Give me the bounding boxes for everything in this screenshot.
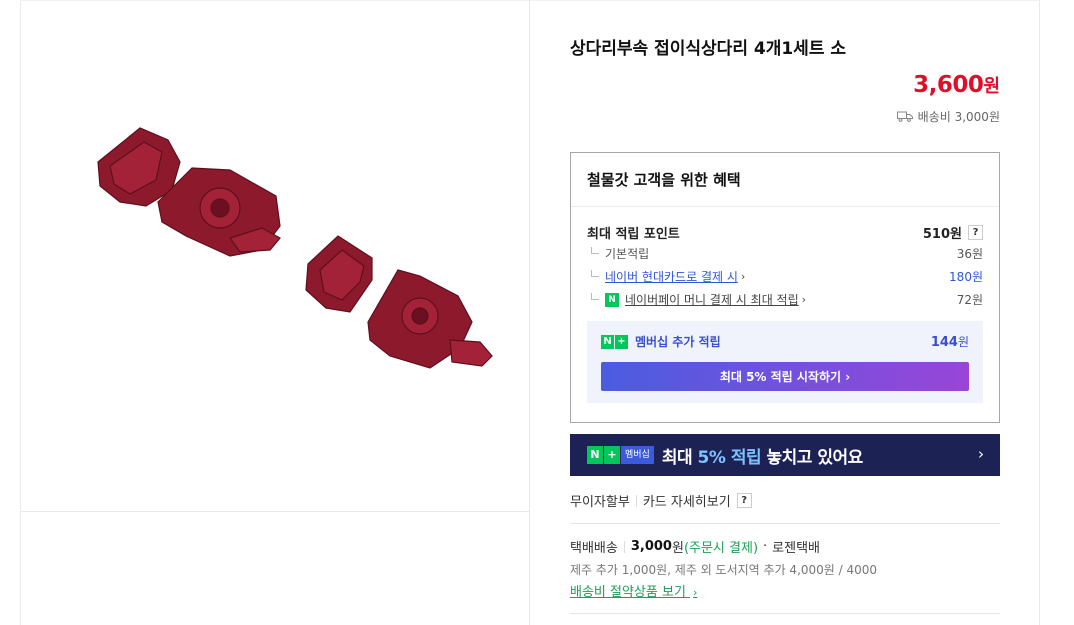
membership-box: N + 멤버십 추가 적립 144원 최대 5% 적립 시작하기 › [587, 321, 983, 403]
courier-name: 로젠택배 [772, 541, 820, 556]
start-membership-label: 최대 5% 적립 시작하기 [719, 370, 842, 384]
membership-amount: 144 [930, 335, 958, 350]
badge-plus: + [604, 446, 620, 464]
saving-products-label: 배송비 절약상품 보기 [570, 585, 686, 600]
banner-text-after: 놓치고 있어요 [761, 447, 864, 468]
product-title: 상다리부속 접이식상다리 4개1세트 소 [570, 39, 847, 59]
start-membership-button[interactable]: 최대 5% 적립 시작하기 › [601, 362, 969, 391]
delivery-pay-note: (주문시 결제) [683, 541, 759, 556]
membership-unit: 원 [957, 335, 969, 349]
section-divider [570, 523, 1000, 524]
price-unit: 원 [983, 76, 1000, 97]
membership-banner[interactable]: N + 멤버십 최대 5% 적립 놓치고 있어요 › [570, 434, 1000, 476]
card-points-row: 네이버 현대카드로 결제 시 › 180원 [591, 268, 983, 285]
membership-label: 멤버십 추가 적립 [635, 335, 721, 349]
naver-plus-icon: N + [601, 334, 628, 349]
price-value: 3,600 [913, 72, 984, 98]
banner-text: 최대 5% 적립 놓치고 있어요 [662, 443, 863, 468]
delivery-fee: 3,000 [630, 539, 672, 554]
card-points-value: 180원 [949, 270, 983, 284]
banner-text-before: 최대 [661, 447, 698, 468]
points-help-icon[interactable]: ? [968, 225, 983, 240]
benefit-box: 철물갓 고객을 위한 혜택 최대 적립 포인트 510원 ? 기본적립 36원 … [570, 152, 1000, 423]
naver-plus-membership-badge: N + 멤버십 [587, 446, 654, 464]
chevron-right-icon: › [693, 586, 698, 599]
naverpay-icon: N [605, 292, 619, 307]
badge-text: 멤버십 [621, 446, 654, 464]
npay-points-link[interactable]: 네이버페이 머니 결제 시 최대 적립 [625, 291, 799, 308]
npay-points-row: N 네이버페이 머니 결제 시 최대 적립 › 72원 [591, 291, 983, 308]
card-help-icon[interactable]: ? [736, 493, 752, 508]
npay-points-value: 72원 [956, 293, 983, 307]
basic-points-row: 기본적립 36원 [591, 245, 983, 262]
banner-text-highlight: 5% 적립 [697, 447, 762, 468]
extra-shipping-fee: 제주 추가 1,000원, 제주 외 도서지역 추가 4,000원 / 4000 [570, 563, 878, 577]
max-points-label: 최대 적립 포인트 [587, 227, 680, 242]
tree-branch-icon [591, 270, 599, 277]
shipping-fee-text: 배송비 3,000원 [917, 110, 1000, 124]
card-info-row: 무이자할부 카드 자세히보기 ? [570, 491, 752, 510]
tree-branch-icon [591, 293, 599, 300]
max-points-value: 510원 [922, 227, 962, 242]
divider [635, 494, 637, 507]
truck-icon [896, 111, 913, 122]
saving-products-link[interactable]: 배송비 절약상품 보기 › [570, 581, 697, 600]
chevron-right-icon: › [845, 370, 851, 384]
basic-points-value: 36원 [956, 247, 983, 261]
dot-separator: · [763, 539, 768, 554]
badge-n: N [587, 446, 603, 464]
card-points-link[interactable]: 네이버 현대카드로 결제 시 [605, 268, 738, 285]
delivery-row: 택배배송 3,000 원 (주문시 결제) · 로젠택배 [570, 537, 820, 556]
card-detail-link[interactable]: 카드 자세히보기 [643, 491, 731, 510]
section-divider [570, 613, 1000, 614]
chevron-right-icon: › [740, 270, 746, 283]
chevron-right-icon: › [978, 445, 984, 463]
image-divider [20, 511, 529, 512]
shipping-fee: 배송비 3,000원 [896, 108, 1000, 125]
tree-branch-icon [591, 247, 599, 254]
max-points-row: 최대 적립 포인트 510원 ? [587, 223, 983, 242]
product-photo[interactable] [80, 110, 500, 400]
divider [623, 540, 625, 553]
product-price: 3,600원 [913, 72, 1000, 98]
delivery-type: 택배배송 [570, 541, 618, 556]
chevron-right-icon: › [801, 293, 807, 306]
delivery-fee-unit: 원 [671, 541, 684, 556]
installment-label: 무이자할부 [570, 495, 630, 510]
membership-row: N + 멤버십 추가 적립 144원 [601, 333, 969, 350]
product-image-panel [20, 0, 530, 625]
benefit-heading: 철물갓 고객을 위한 혜택 [571, 153, 999, 207]
basic-points-label: 기본적립 [605, 247, 650, 261]
